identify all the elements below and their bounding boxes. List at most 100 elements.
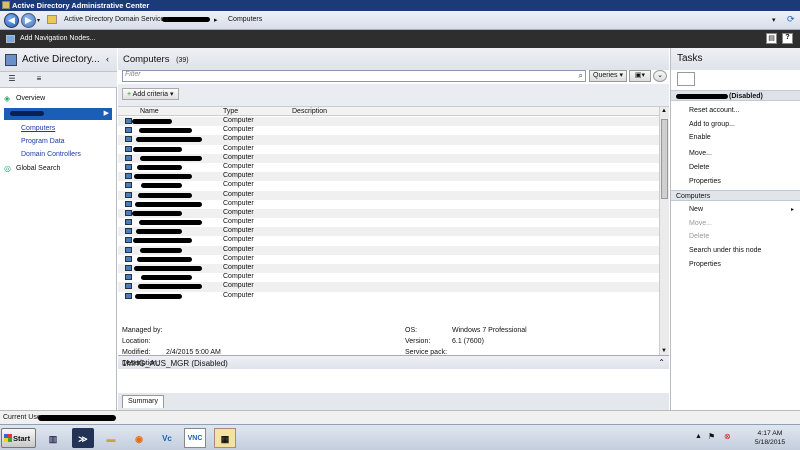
computer-icon [125,255,132,262]
table-row[interactable]: Computer [118,172,659,182]
clock[interactable]: 4:17 AM 5/18/2015 [742,429,798,447]
search-icon[interactable]: ⌕ [577,71,583,81]
scroll-up-icon[interactable]: ▲ [661,108,667,114]
row-type: Computer [223,245,254,253]
forward-button[interactable]: ▶ [21,13,36,28]
table-row[interactable]: Computer [118,200,659,209]
address-bar: ◀ ▶ ▾ Active Directory Domain Services ▸… [0,11,800,30]
back-button[interactable]: ◀ [4,13,19,28]
task-reset-account[interactable]: Reset account... [689,107,740,114]
managed-by-label: Managed by: [122,327,163,334]
plus-icon: + [127,91,132,98]
breadcrumb-adds[interactable]: Active Directory Domain Services [64,16,168,23]
tray-expand-icon[interactable]: ▲ [695,433,702,440]
table-row[interactable]: Computer [118,218,659,227]
scroll-down-icon[interactable]: ▼ [661,348,667,354]
table-row[interactable]: Computer [118,145,659,154]
navigation-pane: Active Directory... ‹ ☰ ≡ ◈ Overview ▶ C… [0,48,117,410]
manage-icon[interactable]: ▤ [766,33,777,44]
table-row[interactable]: Computer [118,236,659,245]
task-new[interactable]: New [689,206,703,213]
alert-icon[interactable]: ⊗ [724,432,731,441]
table-row[interactable]: Computer [118,292,659,301]
ad-admin-center-icon[interactable]: ▦ [214,428,236,448]
redaction [136,229,182,235]
submenu-arrow-icon[interactable]: ▸ [791,206,794,213]
expand-arrow-icon[interactable]: ▶ [104,109,109,117]
server-manager-icon[interactable]: ▥ [42,428,64,448]
computers-section[interactable]: Computers [671,190,800,201]
task-move[interactable]: Move... [689,150,712,157]
table-row[interactable]: Computer [118,227,659,237]
computer-icon [125,173,132,180]
column-type[interactable]: Type [223,108,238,115]
scroll-thumb[interactable] [661,119,668,199]
breadcrumb-separator[interactable]: ▸ [214,16,218,24]
add-criteria-button[interactable]: + Add criteria ▾ [122,88,179,100]
list-scrollbar[interactable]: ▲ ▼ [659,107,669,355]
address-dropdown-icon[interactable]: ▾ [772,16,776,24]
firefox-icon[interactable]: ◉ [128,428,150,448]
save-query-button[interactable]: ▣▾ [629,70,651,82]
table-row[interactable]: Computer [118,208,659,219]
nav-computers[interactable]: Computers [21,125,55,132]
nav-program-data[interactable]: Program Data [21,138,65,145]
table-row[interactable]: Computer [118,255,659,264]
task-properties[interactable]: Properties [689,178,721,185]
table-row[interactable]: Computer [118,117,659,127]
redaction [38,415,116,421]
vnc-viewer-icon[interactable]: Vc [156,428,178,448]
modified-label: Modified: [122,349,151,356]
nav-overview[interactable]: Overview [16,95,45,102]
row-type: Computer [223,264,254,271]
table-row[interactable]: Computer [118,190,659,200]
table-row[interactable]: Computer [118,282,659,292]
task-section-properties[interactable]: Properties [689,261,721,268]
explorer-icon[interactable]: ▬ [100,428,122,448]
nav-domain-selected[interactable]: ▶ [4,108,112,120]
collapse-detail-icon[interactable]: ⌃ [658,358,665,367]
table-row[interactable]: Computer [118,126,659,135]
computer-icon [125,136,132,143]
nav-domain-controllers[interactable]: Domain Controllers [21,151,81,158]
task-search-under-node[interactable]: Search under this node [689,247,761,254]
list-view-icon[interactable]: ☰ [5,74,19,86]
tree-view-icon[interactable]: ≡ [32,74,46,86]
table-row[interactable]: Computer [118,181,659,190]
table-row[interactable]: Computer [118,153,659,163]
collapse-icon[interactable]: ‹ [106,54,109,64]
refresh-icon[interactable]: ⟳ [787,14,795,25]
table-row[interactable]: Computer [118,163,659,172]
row-type: Computer [223,199,254,207]
history-dropdown-icon[interactable]: ▾ [37,17,40,24]
selected-object-section[interactable]: (Disabled) [671,90,800,101]
redaction [134,174,192,180]
service-pack-label: Service pack: [405,349,448,356]
computer-icon [125,246,132,253]
nav-global-search[interactable]: Global Search [16,165,60,172]
help-icon[interactable]: ? [782,33,793,44]
tasks-view-tab[interactable] [677,72,695,86]
table-row[interactable]: Computer [118,135,659,145]
column-description[interactable]: Description [292,108,327,115]
content-title: Computers [123,54,170,65]
add-navigation-nodes-menu[interactable]: Add Navigation Nodes... [20,35,96,42]
powershell-icon[interactable]: ≫ [72,428,94,448]
start-button[interactable]: Start [1,428,36,448]
breadcrumb-computers[interactable]: Computers [228,16,262,23]
table-row[interactable]: Computer [118,264,659,274]
summary-tab[interactable]: Summary [122,395,164,408]
queries-button[interactable]: Queries ▾ [589,70,627,82]
expand-button[interactable]: ⌄ [653,70,667,82]
add-node-icon [6,35,15,43]
flag-icon[interactable]: ⚑ [708,432,715,441]
queries-label: Queries [593,72,618,79]
table-row[interactable]: Computer [118,273,659,282]
task-add-to-group[interactable]: Add to group... [689,121,735,128]
task-enable[interactable]: Enable [689,134,711,141]
column-name[interactable]: Name [140,108,159,115]
vnc-server-icon[interactable]: VNC [184,428,206,448]
task-delete[interactable]: Delete [689,164,709,171]
filter-input[interactable]: Filter ⌕ [122,70,586,82]
table-row[interactable]: Computer [118,245,659,255]
